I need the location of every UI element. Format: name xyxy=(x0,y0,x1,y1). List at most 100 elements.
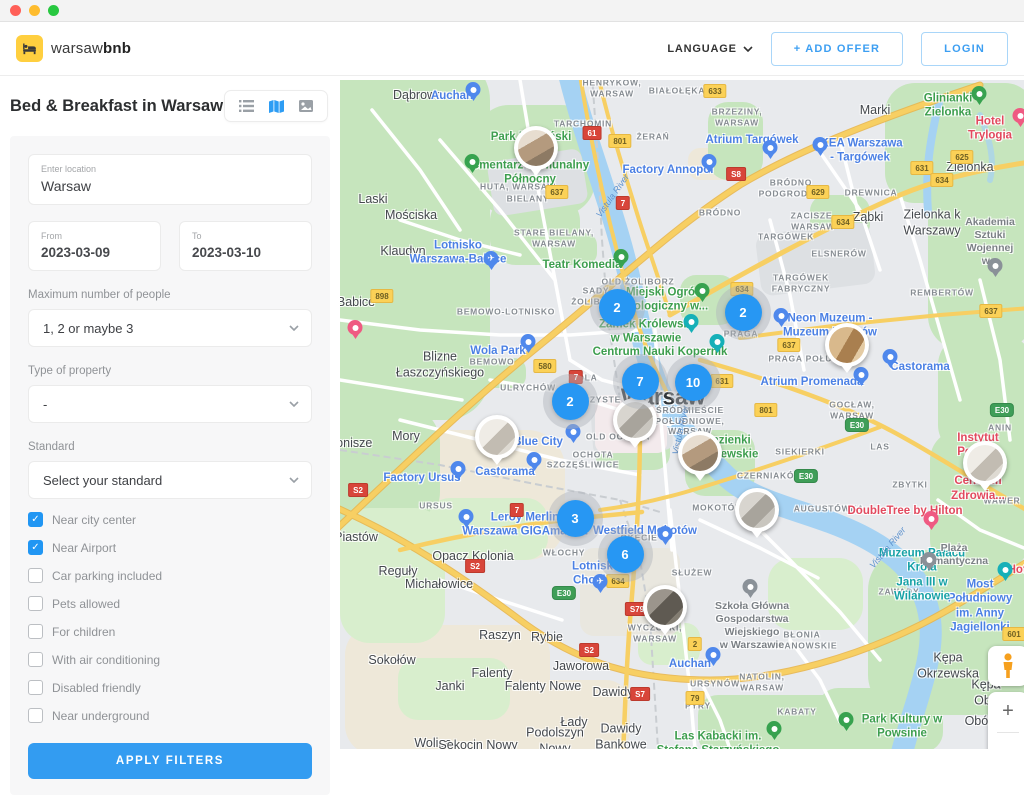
location-input[interactable]: Enter location Warsaw xyxy=(28,154,312,205)
poi-pin[interactable] xyxy=(743,579,758,594)
standard-select[interactable]: Select your standard xyxy=(28,461,312,499)
close-window-button[interactable] xyxy=(10,5,21,16)
poi-pin[interactable] xyxy=(854,367,869,382)
poi-pin[interactable]: ✈ xyxy=(593,574,608,589)
poi-pin[interactable] xyxy=(763,140,778,155)
map-label: AUGUSTÓWKA xyxy=(794,504,864,515)
poi-pin[interactable] xyxy=(710,334,725,349)
apply-filters-button[interactable]: APPLY FILTERS xyxy=(28,743,312,779)
filter-checkbox-near-city-center[interactable]: ✓Near city center xyxy=(28,512,312,527)
poi-pin[interactable] xyxy=(614,249,629,264)
filter-checkbox-pets-allowed[interactable]: Pets allowed xyxy=(28,596,312,611)
poi-pin[interactable] xyxy=(839,712,854,727)
road-badge: 801 xyxy=(754,403,777,417)
offer-cluster-marker[interactable]: 3 xyxy=(557,500,594,537)
poi-pin[interactable] xyxy=(972,86,987,101)
poi-pin[interactable] xyxy=(465,154,480,169)
checkbox-label: With air conditioning xyxy=(52,653,160,667)
offer-photo-marker[interactable] xyxy=(613,398,657,442)
filter-checkbox-near-underground[interactable]: Near underground xyxy=(28,708,312,723)
offer-photo-marker[interactable] xyxy=(735,488,779,532)
offer-cluster-marker[interactable]: 2 xyxy=(725,294,762,331)
date-from-input[interactable]: From 2023-03-09 xyxy=(28,221,161,271)
map-label: Castorama xyxy=(890,360,949,374)
poi-pin[interactable] xyxy=(767,721,782,736)
poi-pin[interactable] xyxy=(684,314,699,329)
offer-cluster-marker[interactable]: 6 xyxy=(607,536,644,573)
language-dropdown[interactable]: LANGUAGE xyxy=(667,43,752,55)
checkbox-unchecked-icon[interactable] xyxy=(28,680,43,695)
map-label: Klaudyn xyxy=(380,244,425,260)
poi-pin[interactable] xyxy=(451,461,466,476)
poi-pin[interactable]: ✈ xyxy=(484,251,499,266)
road-badge: 2 xyxy=(688,637,702,651)
filter-checkbox-disabled-friendly[interactable]: Disabled friendly xyxy=(28,680,312,695)
checkbox-unchecked-icon[interactable] xyxy=(28,596,43,611)
poi-pin[interactable] xyxy=(813,137,828,152)
offer-photo-marker[interactable] xyxy=(825,323,869,367)
checkbox-unchecked-icon[interactable] xyxy=(28,708,43,723)
offer-cluster-marker[interactable]: 7 xyxy=(622,363,659,400)
offer-cluster-marker[interactable]: 10 xyxy=(675,364,712,401)
login-button[interactable]: LOGIN xyxy=(921,32,1008,66)
checkbox-unchecked-icon[interactable] xyxy=(28,652,43,667)
checkbox-checked-icon[interactable]: ✓ xyxy=(28,512,43,527)
maximize-window-button[interactable] xyxy=(48,5,59,16)
checkbox-unchecked-icon[interactable] xyxy=(28,568,43,583)
offer-cluster-marker[interactable]: 2 xyxy=(552,383,589,420)
poi-pin[interactable] xyxy=(695,283,710,298)
filter-checkbox-near-airport[interactable]: ✓Near Airport xyxy=(28,540,312,555)
map-label: BŁONIA WILANOWSKIE xyxy=(767,629,838,650)
offer-photo-marker[interactable] xyxy=(514,126,558,170)
poi-dot xyxy=(352,325,358,331)
add-offer-button[interactable]: + ADD OFFER xyxy=(771,32,903,66)
map-label: Ząbki xyxy=(853,210,884,226)
zoom-out-button[interactable]: − xyxy=(988,733,1024,750)
checkbox-checked-icon[interactable]: ✓ xyxy=(28,540,43,555)
list-view-button[interactable] xyxy=(238,99,254,113)
checkbox-unchecked-icon[interactable] xyxy=(28,624,43,639)
offer-photo-marker[interactable] xyxy=(475,415,519,459)
poi-dot xyxy=(767,145,773,151)
offer-cluster-marker[interactable]: 2 xyxy=(599,289,636,326)
filter-checkbox-for-children[interactable]: For children xyxy=(28,624,312,639)
poi-pin[interactable] xyxy=(658,526,673,541)
logo[interactable]: warsawbnb xyxy=(16,35,131,62)
map-label: ZAWADY xyxy=(879,587,920,598)
poi-pin[interactable] xyxy=(998,562,1013,577)
map-canvas[interactable]: WarsawHENRYKÓW, WARSAWBIAŁOŁĘKATARCHOMIN… xyxy=(340,80,1024,749)
poi-pin[interactable] xyxy=(527,452,542,467)
poi-pin[interactable] xyxy=(922,552,937,567)
site-header: warsawbnb LANGUAGE + ADD OFFER LOGIN xyxy=(0,22,1024,76)
poi-pin[interactable] xyxy=(459,509,474,524)
max-people-label: Maximum number of people xyxy=(28,289,312,301)
poi-pin[interactable] xyxy=(521,334,536,349)
date-to-input[interactable]: To 2023-03-10 xyxy=(179,221,312,271)
poi-pin[interactable] xyxy=(1013,108,1024,123)
street-view-pegman[interactable] xyxy=(988,646,1024,686)
property-type-select[interactable]: - xyxy=(28,385,312,423)
poi-pin[interactable] xyxy=(566,424,581,439)
filter-checkbox-car-parking-included[interactable]: Car parking included xyxy=(28,568,312,583)
poi-pin[interactable] xyxy=(348,320,363,335)
offer-photo-marker[interactable] xyxy=(963,441,1007,485)
poi-pin[interactable] xyxy=(706,647,721,662)
poi-pin[interactable] xyxy=(883,349,898,364)
map-label: Atrium Targówek xyxy=(705,133,798,147)
pegman-icon xyxy=(1000,653,1016,679)
poi-pin[interactable] xyxy=(774,308,789,323)
offer-photo-marker[interactable] xyxy=(643,585,687,629)
page-title: Bed & Breakfast in Warsaw xyxy=(10,97,223,116)
map-label: Most Południowy im. Anny Jagiellonki xyxy=(948,577,1013,635)
filter-checkbox-with-air-conditioning[interactable]: With air conditioning xyxy=(28,652,312,667)
minimize-window-button[interactable] xyxy=(29,5,40,16)
zoom-in-button[interactable]: + xyxy=(988,692,1024,732)
gallery-view-button[interactable] xyxy=(298,99,314,113)
offer-photo-marker[interactable] xyxy=(678,431,722,475)
poi-pin[interactable] xyxy=(988,258,1003,273)
poi-pin[interactable] xyxy=(702,154,717,169)
max-people-select[interactable]: 1, 2 or maybe 3 xyxy=(28,309,312,347)
poi-pin[interactable] xyxy=(924,511,939,526)
map-view-button[interactable] xyxy=(268,99,284,113)
poi-pin[interactable] xyxy=(466,82,481,97)
